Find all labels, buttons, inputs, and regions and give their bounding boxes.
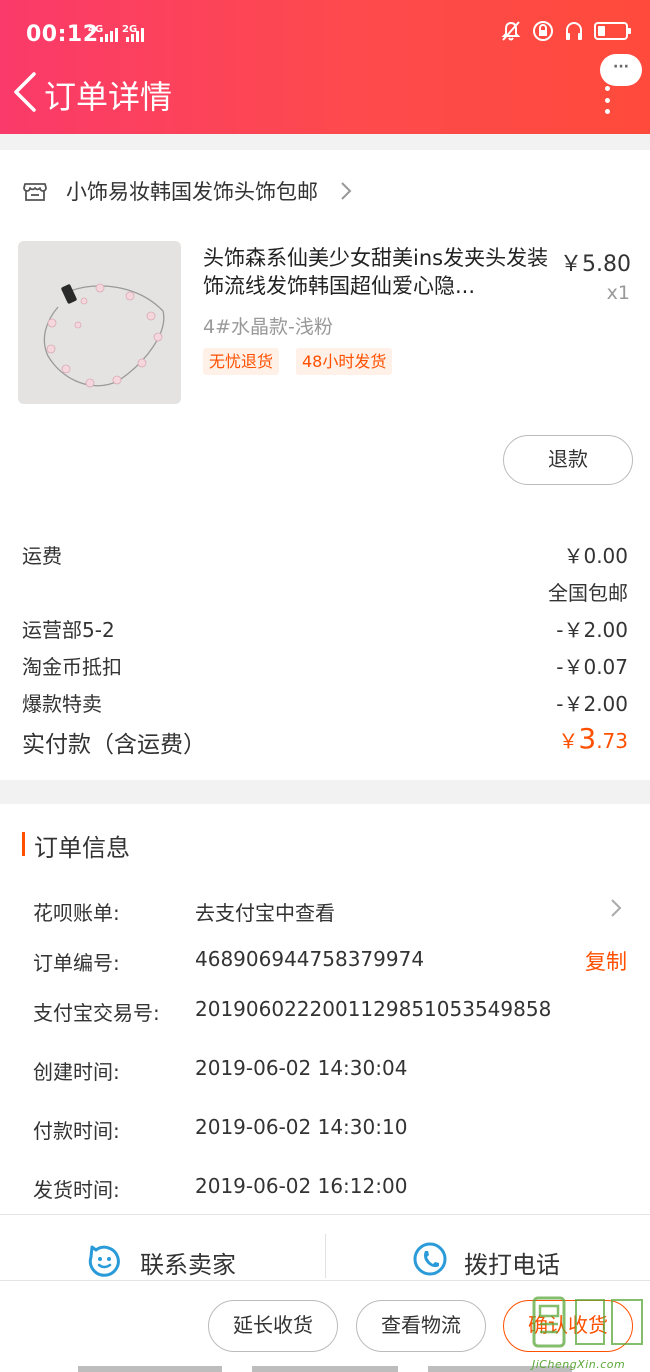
store-link[interactable]: 小饰易妆韩国发饰头饰包邮 [22, 176, 356, 206]
call-phone-label: 拨打电话 [464, 1251, 560, 1279]
status-icons [500, 20, 631, 42]
info-value-alipay-no: 2019060222001129851053549858 [195, 997, 552, 1021]
headphones-icon [566, 22, 582, 40]
chevron-right-icon[interactable] [606, 896, 626, 920]
info-label-shipped: 发货时间: [33, 1178, 120, 1202]
call-phone-button[interactable]: 拨打电话 [326, 1230, 650, 1280]
fee-value-shipping: ￥0.00 [563, 544, 628, 568]
more-menu-icon[interactable] [602, 86, 612, 114]
info-value-huabei[interactable]: 去支付宝中查看 [195, 897, 335, 926]
info-label-order-no: 订单编号: [33, 951, 120, 975]
product-price: ￥5.80 [560, 252, 631, 277]
mute-bell-icon [501, 21, 521, 41]
nav-indicator-left [78, 1366, 222, 1372]
watermark-text: JiChengXin.com [532, 1358, 626, 1371]
product-title[interactable]: 头饰森系仙美少女甜美ins发夹头发装饰流线发饰韩国超仙爱心隐... [203, 244, 553, 300]
signal-icon-2 [126, 28, 144, 42]
section-accent-bar [22, 832, 25, 856]
extend-receipt-button[interactable]: 延长收货 [208, 1300, 338, 1352]
order-info-title: 订单信息 [34, 834, 130, 862]
header: 00:12 4G 2G 订单详情 ··· [0, 0, 650, 134]
store-name: 小饰易妆韩国发饰头饰包邮 [66, 180, 318, 204]
free-shipping-note: 全国包邮 [548, 581, 628, 605]
contact-seller-label: 联系卖家 [140, 1251, 236, 1279]
chat-face-icon [88, 1245, 120, 1277]
info-value-paid: 2019-06-02 14:30:10 [195, 1115, 408, 1139]
total-decimal: .73 [596, 729, 628, 753]
total-label: 实付款（含运费） [22, 732, 206, 758]
total-currency: ￥ [558, 729, 579, 753]
phone-icon [413, 1242, 447, 1276]
chevron-right-icon [341, 182, 352, 200]
fee-value-discount-1: -￥2.00 [556, 618, 628, 642]
product-variant: 4#水晶款-浅粉 [203, 316, 333, 338]
fee-value-hot-sale: -￥2.00 [556, 692, 628, 716]
info-label-huabei: 花呗账单: [33, 901, 120, 925]
info-label-created: 创建时间: [33, 1060, 120, 1084]
refund-button[interactable]: 退款 [503, 435, 633, 485]
fee-label-hot-sale: 爆款特卖 [22, 692, 102, 716]
product-image[interactable] [18, 241, 181, 404]
fee-value-coin: -￥0.07 [556, 655, 628, 679]
info-label-paid: 付款时间: [33, 1119, 120, 1143]
hair-accessory-image [18, 241, 181, 404]
total-integer: 3 [578, 722, 597, 755]
info-value-created: 2019-06-02 14:30:04 [195, 1056, 408, 1080]
fee-label-shipping: 运费 [22, 544, 62, 568]
lock-rotation-icon [533, 21, 553, 41]
info-label-alipay-no: 支付宝交易号: [33, 1001, 160, 1025]
info-value-shipped: 2019-06-02 16:12:00 [195, 1174, 408, 1198]
contact-seller-button[interactable]: 联系卖家 [0, 1230, 325, 1280]
battery-icon [594, 22, 631, 40]
tag-48h-shipping: 48小时发货 [296, 348, 393, 375]
view-logistics-button[interactable]: 查看物流 [356, 1300, 486, 1352]
copy-button[interactable]: 复制 [585, 946, 627, 976]
fee-label-coin: 淘金币抵扣 [22, 655, 122, 679]
total-amount: ￥3.73 [558, 722, 628, 755]
product-quantity: x1 [606, 282, 630, 304]
info-value-order-no: 468906944758379974 [195, 947, 425, 971]
message-bubble-icon[interactable]: ··· [600, 54, 642, 86]
signal-icon [100, 28, 118, 42]
fee-label-discount-1: 运营部5-2 [22, 618, 115, 642]
store-icon [23, 183, 47, 201]
tag-hassle-free-return: 无忧退货 [203, 348, 280, 375]
back-icon[interactable] [8, 70, 44, 114]
nav-indicator-center [252, 1366, 398, 1372]
page-title: 订单详情 [44, 78, 173, 116]
